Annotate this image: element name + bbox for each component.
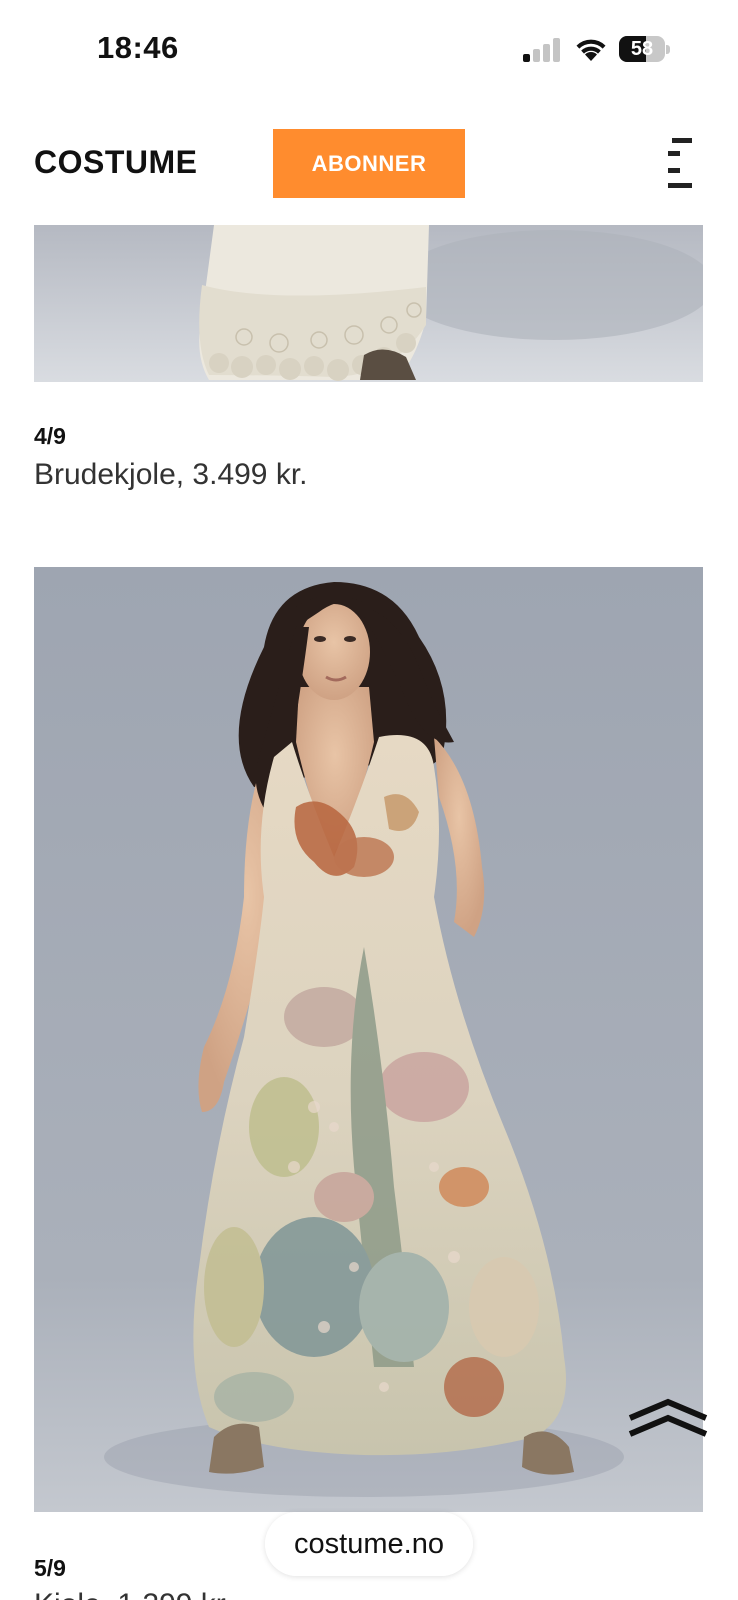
browser-url-bar[interactable]: costume.no: [265, 1512, 473, 1576]
site-header: COSTUME ABONNER: [0, 100, 738, 225]
hamburger-menu-icon[interactable]: [668, 138, 694, 188]
gallery-image-floral-dress[interactable]: [34, 567, 703, 1512]
status-bar: 18:46 58: [0, 0, 738, 100]
cellular-signal-icon: [523, 38, 561, 62]
battery-icon: 58: [619, 36, 670, 62]
subscribe-button[interactable]: ABONNER: [273, 129, 465, 198]
gallery-index: 4/9: [34, 423, 66, 449]
battery-level: 58: [630, 38, 654, 60]
wifi-icon: [573, 34, 609, 62]
clock: 18:46: [97, 30, 179, 65]
gallery-index: 5/9: [34, 1555, 66, 1581]
costume-logo[interactable]: COSTUME: [34, 144, 198, 181]
double-chevron-up-icon[interactable]: [626, 1394, 710, 1442]
gallery-caption: Brudekjole, 3.499 kr.: [34, 458, 308, 491]
gallery-image-wedding-dress[interactable]: [34, 225, 703, 382]
gallery-caption: Kjole, 1.299 kr.: [34, 1588, 232, 1600]
